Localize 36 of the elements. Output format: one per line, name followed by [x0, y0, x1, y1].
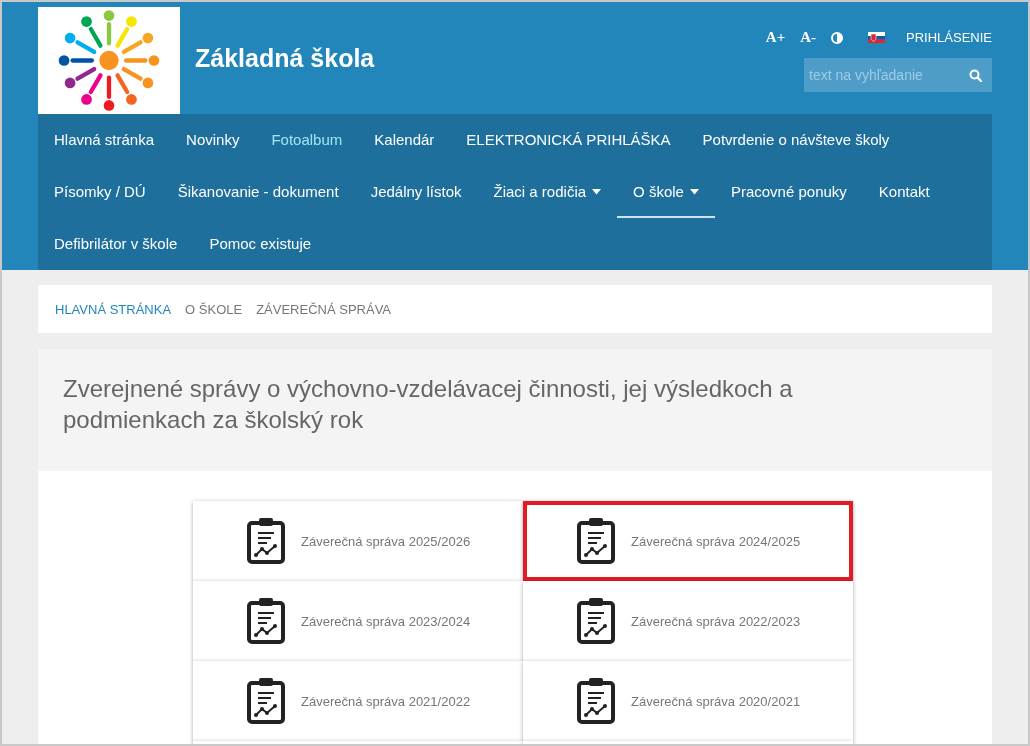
nav-item[interactable]: Defibrilátor v škole	[38, 218, 194, 270]
clipboard-chart-icon	[247, 598, 285, 644]
nav-item[interactable]: Žiaci a rodičia	[477, 166, 618, 218]
nav-item[interactable]: Novinky	[170, 114, 256, 166]
breadcrumb-item[interactable]: HLAVNÁ STRÁNKA	[55, 301, 172, 317]
nav-item[interactable]: Šikanovanie - dokument	[161, 166, 355, 218]
clipboard-chart-icon	[577, 598, 615, 644]
font-larger-button[interactable]: A+	[765, 29, 786, 46]
nav-item[interactable]: Fotoalbum	[255, 114, 359, 166]
nav-item[interactable]: Hlavná stránka	[38, 114, 171, 166]
nav-item[interactable]: Kontakt	[862, 166, 946, 218]
flag-icon[interactable]	[868, 32, 885, 43]
contrast-icon[interactable]	[831, 31, 843, 44]
clipboard-chart-icon	[577, 518, 615, 564]
nav-item[interactable]: Jedálny lístok	[354, 166, 478, 218]
font-smaller-button[interactable]: A-	[800, 29, 816, 46]
clipboard-chart-icon	[577, 678, 615, 724]
nav-item[interactable]: Pracovné ponuky	[714, 166, 863, 218]
page-title: Zverejnené správy o výchovno-vzdelávacej činnosti, jej výsledkoch a podmienkach za školský rok	[63, 374, 794, 435]
clipboard-chart-icon	[247, 678, 285, 724]
caret-icon	[689, 189, 699, 195]
nav-item[interactable]: ELEKTRONICKÁ PRIHLÁŠKA	[450, 114, 687, 166]
report-card[interactable]: Záverečná správa 2024/2025	[523, 501, 853, 581]
nav-item[interactable]: Kalendár	[358, 114, 451, 166]
site-title[interactable]: Základná škola	[195, 43, 375, 73]
breadcrumb-item[interactable]: O ŠKOLE	[185, 301, 243, 317]
search-icon[interactable]	[969, 69, 982, 82]
nav-item[interactable]: Pomoc existuje	[193, 218, 328, 270]
nav-item[interactable]: Potvrdenie o návšteve školy	[686, 114, 906, 166]
caret-icon	[592, 189, 602, 195]
clipboard-chart-icon	[247, 518, 285, 564]
breadcrumb-item[interactable]: ZÁVEREČNÁ SPRÁVA	[256, 301, 391, 317]
search-field[interactable]: text na vyhľadanie	[804, 58, 992, 92]
login-link[interactable]: PRIHLÁSENIE	[906, 30, 992, 45]
nav-item[interactable]: Písomky / DÚ	[38, 166, 162, 218]
nav-item[interactable]: O škole	[617, 166, 715, 218]
